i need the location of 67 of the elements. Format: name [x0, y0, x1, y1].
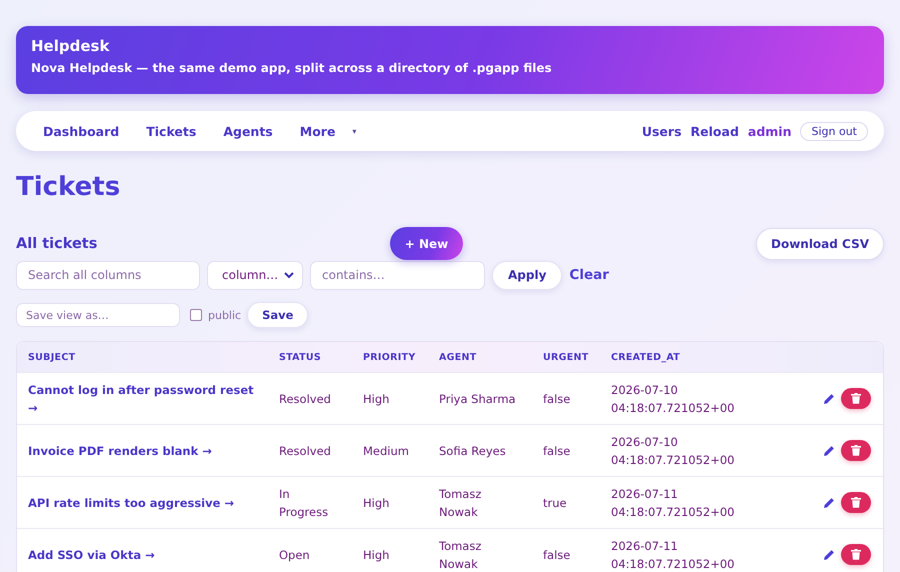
- ticket-link[interactable]: Invoice PDF renders blank →: [28, 442, 260, 460]
- edit-icon[interactable]: [823, 444, 835, 456]
- delete-button[interactable]: [841, 544, 871, 565]
- app-title: Helpdesk: [31, 37, 110, 55]
- save-button[interactable]: Save: [247, 302, 308, 328]
- search-field[interactable]: Search all columns: [16, 260, 200, 290]
- table-cell-text: Resolved: [279, 390, 332, 408]
- table-cell: false: [543, 548, 570, 562]
- nav-link[interactable]: Tickets: [146, 124, 196, 138]
- edit-icon[interactable]: [823, 496, 835, 508]
- sign-out-button[interactable]: Sign out: [800, 122, 868, 140]
- nav-link[interactable]: Agents: [223, 124, 273, 138]
- contains-field[interactable]: contains…: [310, 260, 485, 290]
- table-cell: High: [363, 496, 390, 510]
- trash-icon: [851, 549, 861, 560]
- ticket-link[interactable]: API rate limits too aggressive →: [28, 494, 260, 512]
- table-cell: false: [543, 392, 570, 406]
- nav-link[interactable]: Users: [642, 124, 682, 138]
- column-header: SUBJECT: [27, 352, 76, 362]
- column-header: URGENT: [542, 352, 590, 362]
- column-header: STATUS: [278, 352, 322, 362]
- ticket-link[interactable]: Cannot log in after password reset →: [28, 380, 260, 416]
- table-cell-text: Tomasz Nowak: [439, 538, 482, 572]
- nav-link[interactable]: Dashboard: [43, 124, 120, 138]
- edit-icon[interactable]: [823, 392, 835, 404]
- app-subtitle: Nova Helpdesk — the same demo app, split across a directory of .pgapp files: [31, 61, 553, 75]
- table-cell-text: Open: [279, 546, 311, 564]
- save-view-field[interactable]: Save view as…: [16, 303, 180, 327]
- table-cell: 2026-07-10 04:18:07.721052+00: [611, 434, 734, 466]
- trash-icon: [851, 497, 861, 508]
- table-cell: Medium: [363, 444, 409, 458]
- table-cell: 2026-07-11 04:18:07.721052+00: [611, 486, 734, 518]
- public-label: public: [208, 308, 242, 322]
- trash-icon: [851, 445, 861, 456]
- chevron-icon[interactable]: [284, 272, 294, 278]
- delete-button[interactable]: [841, 492, 871, 513]
- table-cell-text: Resolved: [279, 442, 332, 460]
- table-cell-text: Sofia Reyes: [439, 442, 507, 460]
- trash-icon: [851, 393, 861, 404]
- table-cell: false: [543, 444, 570, 458]
- download-csv-button[interactable]: Download CSV: [756, 228, 884, 260]
- clear-link[interactable]: Clear: [569, 267, 609, 283]
- nav-link[interactable]: More: [300, 124, 336, 138]
- table-cell: true: [543, 496, 567, 510]
- column-header: CREATED_AT: [610, 352, 682, 362]
- edit-icon[interactable]: [823, 548, 835, 560]
- table-cell-text: In Progress: [279, 486, 330, 520]
- caret-icon[interactable]: ▾: [352, 126, 356, 136]
- table-cell: 2026-07-10 04:18:07.721052+00: [611, 382, 734, 414]
- section-title: All tickets: [16, 236, 98, 252]
- delete-button[interactable]: [841, 388, 871, 409]
- table-cell-text: Priya Sharma: [439, 390, 517, 408]
- nav-link[interactable]: Reload: [690, 124, 739, 138]
- column-select[interactable]: column…: [207, 260, 303, 290]
- table-cell-text: Tomasz Nowak: [439, 486, 482, 520]
- delete-button[interactable]: [841, 440, 871, 461]
- public-checkbox[interactable]: [190, 309, 202, 321]
- column-header: PRIORITY: [362, 352, 416, 362]
- table-cell: 2026-07-11 04:18:07.721052+00: [611, 538, 734, 570]
- table-cell: High: [363, 548, 390, 562]
- column-header: AGENT: [438, 352, 478, 362]
- apply-button[interactable]: Apply: [492, 260, 562, 290]
- table-cell: High: [363, 392, 390, 406]
- user-link[interactable]: admin: [748, 124, 792, 138]
- ticket-link[interactable]: Add SSO via Okta →: [28, 546, 260, 564]
- page-title: Tickets: [16, 171, 122, 204]
- new-button[interactable]: + New: [390, 227, 463, 260]
